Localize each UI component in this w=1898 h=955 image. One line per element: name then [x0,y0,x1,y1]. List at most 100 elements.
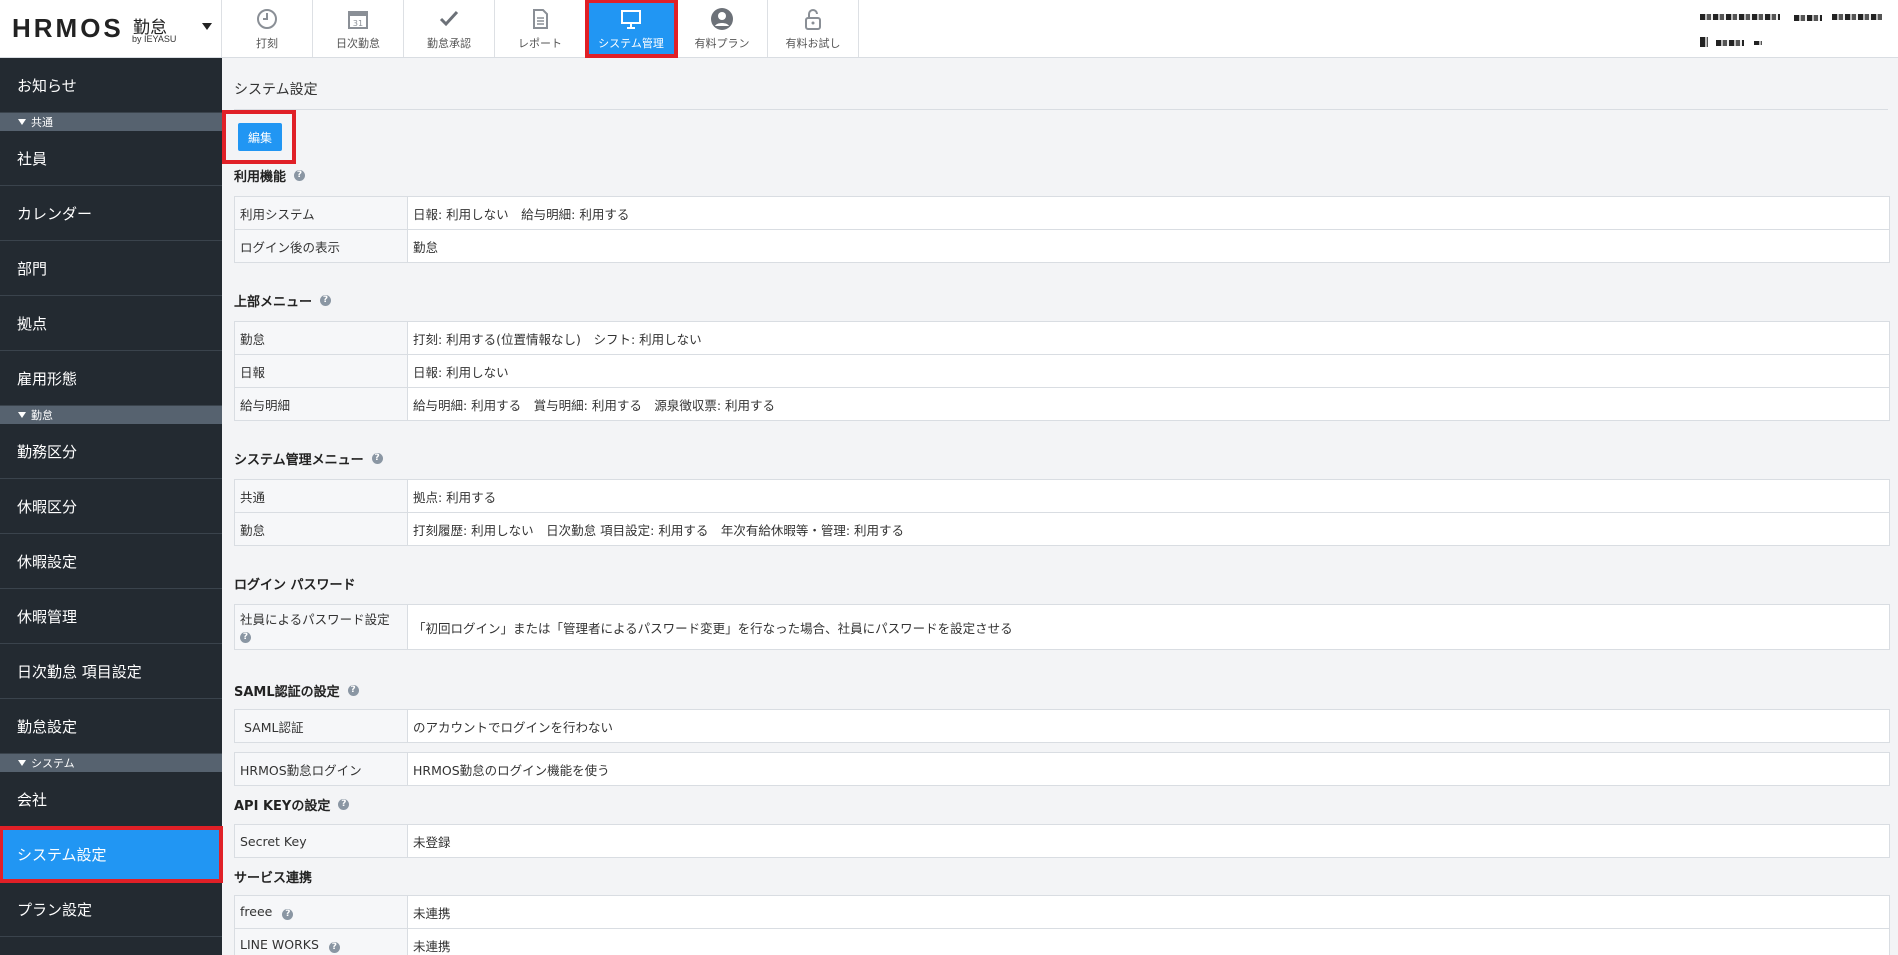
tab-paid-trial[interactable]: 有料お試し [768,0,859,57]
table-row: 共通 拠点: 利用する [234,479,1890,513]
sidebar-item-departments[interactable]: 部門 [0,241,222,296]
redacted-text [1716,40,1744,46]
tab-approval[interactable]: 勤怠承認 [404,0,495,57]
section-title-text: 利用機能 [234,170,287,185]
user-icon [709,7,735,31]
row-key: HRMOS勤怠ログイン [234,752,408,786]
table-row: 勤怠 打刻履歴: 利用しない 日次勤怠 項目設定: 利用する 年次有給休暇等・管理… [234,512,1890,546]
sidebar: お知らせ 共通 社員 カレンダー 部門 拠点 雇用形態 勤怠 勤務区分 休暇区分… [0,58,223,955]
row-key: 日報 [234,354,408,388]
sidebar-item-notices[interactable]: お知らせ [0,58,222,113]
row-value: のアカウントでログインを行わない [407,709,1890,743]
redacted-text [1794,15,1822,21]
caret-down-icon[interactable] [202,23,212,30]
hrmos-login-table: HRMOS勤怠ログイン HRMOS勤怠のログイン機能を使う [234,752,1890,786]
table-row: freee ? 未連携 [234,895,1890,929]
section-title-api-key: API KEYの設定? [234,795,350,814]
row-key-cell: freee ? [234,895,408,929]
top-header: HRMOS 勤怠 by IEYASU 打刻 31 日次勤怠 勤怠承認 レポート … [0,0,1898,58]
row-value: 未登録 [407,824,1890,858]
help-icon[interactable]: ? [338,799,350,810]
edit-button[interactable]: 編集 [238,123,282,151]
top-menu-table: 勤怠 打刻: 利用する(位置情報なし) シフト: 利用しない 日報 日報: 利用しな… [234,321,1890,421]
sidebar-item-company[interactable]: 会社 [0,772,222,827]
row-key: freee [240,904,273,919]
row-key: ログイン後の表示 [234,229,408,263]
check-icon [436,7,462,31]
row-key: 利用システム [234,196,408,230]
redacted-text [1700,14,1780,20]
tab-label: 有料お試し [785,37,841,50]
section-title-text: 上部メニュー [234,295,313,310]
sidebar-item-calendar[interactable]: カレンダー [0,186,222,241]
tab-label: 有料プラン [694,37,750,50]
row-value: 拠点: 利用する [407,479,1890,513]
redacted-text [1700,37,1708,47]
section-title-service: サービス連携 [234,867,312,886]
section-label: 共通 [31,116,53,129]
table-row: 利用システム 日報: 利用しない 給与明細: 利用する [234,196,1890,230]
tab-report[interactable]: レポート [495,0,586,57]
sidebar-section-common[interactable]: 共通 [0,113,222,131]
help-icon[interactable]: ? [347,685,359,696]
sidebar-item-employees[interactable]: 社員 [0,131,222,186]
row-value: 打刻履歴: 利用しない 日次勤怠 項目設定: 利用する 年次有給休暇等・管理: … [407,512,1890,546]
redacted-text [1754,41,1762,45]
row-key: 勤怠 [234,512,408,546]
row-key-cell: 社員によるパスワード設定? [234,604,408,650]
redacted-text [1832,14,1882,20]
triangle-down-icon [18,119,26,125]
row-value: 「初回ログイン」または「管理者によるパスワード変更」を行なった場合、社員にパスワ… [407,604,1890,650]
app-logo[interactable]: HRMOS 勤怠 by IEYASU [0,0,222,57]
section-title-text: ログイン パスワード [234,578,356,593]
tab-punch[interactable]: 打刻 [222,0,313,57]
row-value: 給与明細: 利用する 賞与明細: 利用する 源泉徴収票: 利用する [407,387,1890,421]
section-title-login-password: ログイン パスワード [234,574,356,593]
page-title: システム設定 [234,82,318,98]
section-title-top-menu: 上部メニュー? [234,291,332,310]
help-icon[interactable]: ? [282,909,294,920]
section-title-features: 利用機能? [234,166,306,185]
sidebar-item-leave-categories[interactable]: 休暇区分 [0,479,222,534]
sidebar-item-employment-types[interactable]: 雇用形態 [0,351,222,406]
tab-label: 日次勤怠 [336,37,380,50]
row-key: SAML認証 [234,709,408,743]
table-row: HRMOS勤怠ログイン HRMOS勤怠のログイン機能を使う [234,752,1890,786]
sidebar-item-locations[interactable]: 拠点 [0,296,222,351]
help-icon[interactable]: ? [294,170,306,181]
sidebar-item-leave-settings[interactable]: 休暇設定 [0,534,222,589]
sidebar-item-attendance-settings[interactable]: 勤怠設定 [0,699,222,754]
logo-text: HRMOS [12,13,124,43]
sidebar-section-system[interactable]: システム [0,754,222,772]
tab-label: 打刻 [256,37,278,50]
monitor-icon [618,7,644,31]
tab-paid-plan[interactable]: 有料プラン [677,0,768,57]
clock-icon [254,7,280,31]
sidebar-item-system-settings[interactable]: システム設定 [0,826,223,883]
table-row: 社員によるパスワード設定? 「初回ログイン」または「管理者によるパスワード変更」… [234,604,1890,650]
sidebar-item-daily-attendance-fields[interactable]: 日次勤怠 項目設定 [0,644,222,699]
section-title-system-menu: システム管理メニュー? [234,449,383,468]
help-icon[interactable]: ? [328,942,340,953]
help-icon[interactable]: ? [240,631,251,643]
row-key-cell: LINE WORKS ? [234,928,408,955]
row-value: HRMOS勤怠のログイン機能を使う [407,752,1890,786]
help-icon[interactable]: ? [320,295,332,306]
tab-label: レポート [518,37,562,50]
sidebar-item-leave-management[interactable]: 休暇管理 [0,589,222,644]
tab-system-admin[interactable]: システム管理 [585,0,678,58]
sidebar-item-work-categories[interactable]: 勤務区分 [0,424,222,479]
tab-daily-attendance[interactable]: 31 日次勤怠 [313,0,404,57]
saml-table: SAML認証 のアカウントでログインを行わない [234,709,1890,743]
sidebar-section-attendance[interactable]: 勤怠 [0,406,222,424]
user-info-redacted[interactable] [1692,2,1888,55]
help-icon[interactable]: ? [371,453,383,464]
unlock-icon [800,7,826,31]
row-key: 共通 [234,479,408,513]
sidebar-item-plan-settings[interactable]: プラン設定 [0,882,222,937]
table-row: ログイン後の表示 勤怠 [234,229,1890,263]
logo-byline: by IEYASU [132,34,177,44]
section-title-saml: SAML認証の設定? [234,681,359,700]
top-nav: 打刻 31 日次勤怠 勤怠承認 レポート システム管理 有料プラン 有料お試し [222,0,859,58]
section-title-text: システム管理メニュー [234,453,364,468]
